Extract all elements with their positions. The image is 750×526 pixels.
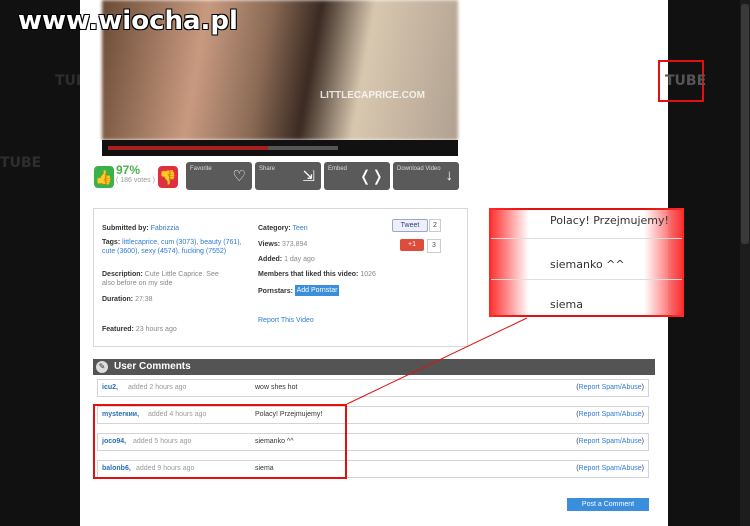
zoom-divider bbox=[491, 238, 682, 239]
zoom-line: siemanko ^^ bbox=[550, 258, 625, 271]
zoom-line: Polacy! Przejmujemy! bbox=[550, 214, 669, 227]
zoom-fade-left bbox=[489, 208, 529, 317]
connector-line bbox=[346, 317, 528, 405]
zoom-line: siema bbox=[550, 298, 584, 311]
site-watermark: www.wiocha.pl bbox=[18, 6, 238, 36]
zoom-divider bbox=[491, 279, 682, 280]
